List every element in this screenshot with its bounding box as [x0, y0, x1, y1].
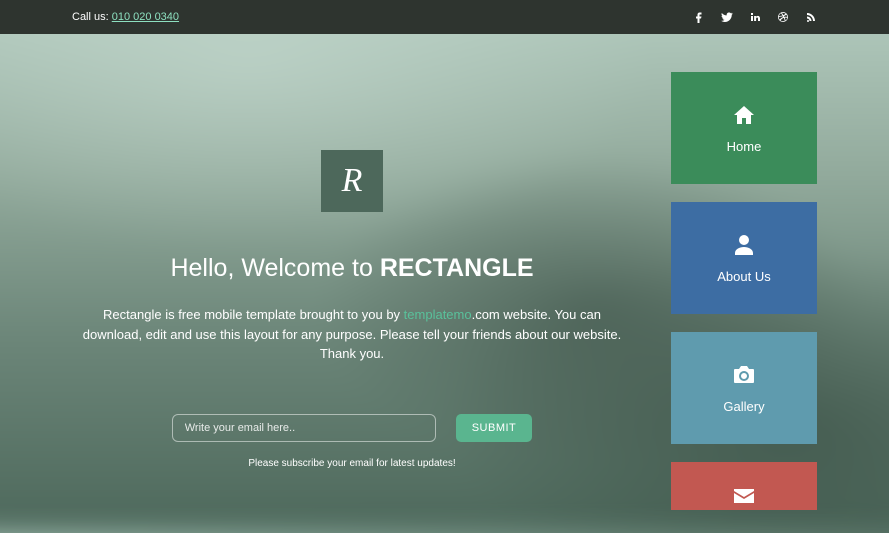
side-nav: Home About Us Gallery	[671, 72, 817, 510]
twitter-icon[interactable]	[721, 11, 733, 23]
logo-tile: R	[321, 150, 383, 212]
camera-icon	[732, 363, 756, 387]
topbar: Call us: 010 020 0340	[0, 0, 889, 34]
hero: R Hello, Welcome to RECTANGLE Rectangle …	[72, 150, 632, 469]
user-icon	[732, 233, 756, 257]
call-label: Call us:	[72, 11, 109, 23]
rss-icon[interactable]	[805, 11, 817, 23]
facebook-icon[interactable]	[693, 11, 705, 23]
home-icon	[732, 103, 756, 127]
stage: R Hello, Welcome to RECTANGLE Rectangle …	[0, 34, 889, 508]
phone-link[interactable]: 010 020 0340	[112, 11, 179, 23]
desc-pre: Rectangle is free mobile template brough…	[103, 307, 404, 322]
social-links	[693, 11, 817, 23]
linkedin-icon[interactable]	[749, 11, 761, 23]
envelope-icon	[732, 484, 756, 508]
logo-glyph: R	[342, 162, 363, 200]
subscribe-note: Please subscribe your email for latest u…	[72, 458, 632, 469]
nav-label-about: About Us	[717, 269, 770, 284]
subscribe-form: SUBMIT	[72, 414, 632, 442]
nav-tile-home[interactable]: Home	[671, 72, 817, 184]
call-us: Call us: 010 020 0340	[72, 11, 179, 23]
nav-tile-contact[interactable]	[671, 462, 817, 510]
dribbble-icon[interactable]	[777, 11, 789, 23]
description: Rectangle is free mobile template brough…	[72, 305, 632, 364]
headline-brand: RECTANGLE	[380, 254, 534, 282]
nav-label-gallery: Gallery	[723, 399, 764, 414]
templatemo-link[interactable]: templatemo	[404, 307, 472, 322]
headline: Hello, Welcome to RECTANGLE	[72, 254, 632, 283]
headline-prefix: Hello, Welcome to	[170, 254, 379, 282]
nav-tile-about[interactable]: About Us	[671, 202, 817, 314]
nav-label-home: Home	[727, 139, 762, 154]
submit-button[interactable]: SUBMIT	[456, 414, 533, 442]
email-input[interactable]	[172, 414, 436, 442]
nav-tile-gallery[interactable]: Gallery	[671, 332, 817, 444]
